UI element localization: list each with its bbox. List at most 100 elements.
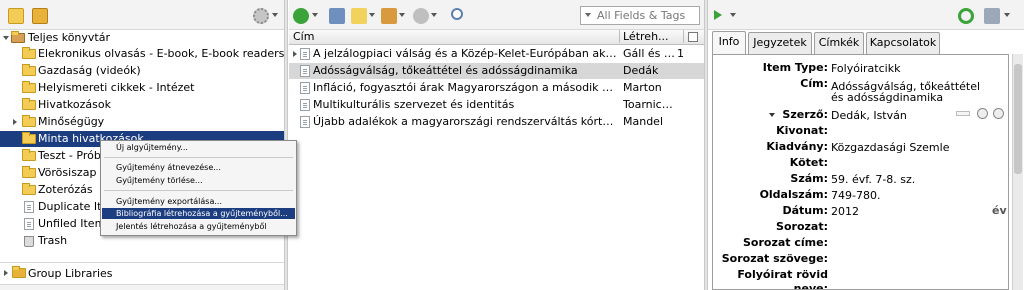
tree-item[interactable]: Gazdaság (videók) xyxy=(0,63,284,79)
twisty-open-icon[interactable] xyxy=(3,36,9,40)
journal-article-icon xyxy=(300,65,310,77)
unfiled-items-icon xyxy=(24,218,34,230)
chevron-down-icon[interactable] xyxy=(312,13,318,17)
item-row-selected[interactable]: Adósságválság, tőkeáttétel és adósságdin… xyxy=(289,63,704,79)
new-item-icon[interactable] xyxy=(293,8,309,24)
menu-item-create-bibliography[interactable]: Bibliográfia létrehozása a gyűjteményből… xyxy=(102,208,295,219)
chevron-down-icon[interactable] xyxy=(431,13,437,17)
new-collection-icon[interactable] xyxy=(8,8,24,24)
attachment-icon[interactable] xyxy=(413,8,429,24)
field-value-title[interactable]: Adósságválság, tőkeáttétel és adósságdin… xyxy=(831,81,981,103)
tree-label: Helyismereti cikkek - Intézet xyxy=(38,81,195,94)
column-separator[interactable] xyxy=(683,30,684,43)
field-label-issue: Szám: xyxy=(790,172,828,185)
tab-related[interactable]: Kapcsolatok xyxy=(866,32,940,54)
tree-label: Gazdaság (videók) xyxy=(38,64,141,77)
item-row[interactable]: A jelzálogpiaci válság és a Közép-Kelet-… xyxy=(289,46,704,62)
field-label-journal-abbr: Folyóirat rövid neve: xyxy=(737,268,828,290)
field-value-date[interactable]: 2012 xyxy=(831,206,981,217)
field-label-series: Sorozat: xyxy=(776,220,828,233)
tree-item[interactable]: Hivatkozások xyxy=(0,97,284,113)
menu-item-generate-report[interactable]: Jelentés létrehozása a gyűjteményből xyxy=(102,221,295,232)
item-creator: Marton xyxy=(623,81,662,94)
tree-item[interactable]: Minőségügy xyxy=(0,114,284,130)
group-libraries-row[interactable]: Group Libraries xyxy=(0,262,284,284)
column-separator[interactable] xyxy=(619,30,620,43)
scroll-thumb[interactable] xyxy=(1014,64,1022,174)
column-title[interactable]: Cím xyxy=(293,30,314,44)
menu-item-export-collection[interactable]: Gyűjtemény exportálása... xyxy=(102,196,295,207)
new-standalone-note-icon[interactable] xyxy=(381,8,397,24)
twisty-closed-icon[interactable] xyxy=(293,51,297,57)
item-row[interactable]: Multikulturális szervezet és identitás T… xyxy=(289,97,704,113)
item-creator: Gáll és L... xyxy=(623,47,675,60)
search-icon[interactable] xyxy=(451,8,463,20)
fullscreen-icon[interactable] xyxy=(984,8,1000,24)
library-icon xyxy=(11,31,25,43)
item-title: Multikulturális szervezet és identitás xyxy=(313,98,515,111)
folder-icon xyxy=(22,166,36,178)
menu-item-rename-collection[interactable]: Gyűjtemény átnevezése... xyxy=(102,162,295,173)
group-libraries-icon xyxy=(12,266,26,278)
column-creator[interactable]: Létreh... xyxy=(623,30,669,44)
item-info-panel: Item Type: Folyóiratcikk Cím: Adósságvál… xyxy=(712,54,1009,290)
item-row[interactable]: Újabb adalékok a magyarországi rendszerv… xyxy=(289,114,704,130)
folder-icon xyxy=(22,115,36,127)
add-by-identifier-icon[interactable] xyxy=(329,8,345,24)
item-row[interactable]: Infláció, fogyasztói árak Magyarországon… xyxy=(289,80,704,96)
forward-arrow-icon[interactable] xyxy=(714,10,722,20)
journal-article-icon xyxy=(300,99,310,111)
info-scrollbar[interactable] xyxy=(1012,54,1023,290)
field-value-pages[interactable]: 749-780. xyxy=(831,190,981,201)
field-label-abstract: Kivonat: xyxy=(776,124,828,137)
creator-mode-icon[interactable] xyxy=(956,111,970,116)
group-libraries-label: Group Libraries xyxy=(28,267,113,280)
collection-context-menu: Új algyűjtemény... Gyűjtemény átnevezése… xyxy=(100,140,297,236)
folder-icon xyxy=(22,149,36,161)
twisty-closed-icon[interactable] xyxy=(13,119,17,125)
twisty-closed-icon[interactable] xyxy=(4,270,8,276)
remove-creator-icon[interactable] xyxy=(977,108,988,119)
field-value-publication[interactable]: Közgazdasági Szemle xyxy=(831,142,981,153)
duplicate-items-icon xyxy=(24,201,34,213)
tree-item[interactable]: Helyismereti cikkek - Intézet xyxy=(0,80,284,96)
date-format-label: év xyxy=(992,204,1007,217)
sync-icon[interactable] xyxy=(958,8,974,24)
chevron-down-icon[interactable] xyxy=(730,13,736,17)
add-creator-icon[interactable] xyxy=(993,108,1004,119)
new-group-icon[interactable] xyxy=(32,8,48,24)
field-label-series-title: Sorozat címe: xyxy=(743,236,828,249)
tree-label: Hivatkozások xyxy=(38,98,111,111)
field-value-item-type[interactable]: Folyóiratcikk xyxy=(831,63,981,74)
journal-article-icon xyxy=(300,82,310,94)
tab-notes[interactable]: Jegyzetek xyxy=(748,32,812,54)
column-picker-icon[interactable] xyxy=(688,32,698,42)
field-label-author[interactable]: Szerző: xyxy=(713,108,828,122)
tree-label: Teszt - Próba xyxy=(38,149,108,162)
tab-tags[interactable]: Címkék xyxy=(814,32,864,54)
field-label-pages: Oldalszám: xyxy=(759,188,828,201)
field-label-date: Dátum: xyxy=(782,204,828,217)
search-input[interactable]: All Fields & Tags xyxy=(580,6,700,25)
search-mode-icon[interactable] xyxy=(585,13,591,17)
item-creator: Dedák xyxy=(623,64,659,77)
chevron-down-icon[interactable] xyxy=(399,13,405,17)
field-label-item-type: Item Type: xyxy=(762,61,828,74)
journal-article-icon xyxy=(300,116,310,128)
item-pane-toolbar xyxy=(708,0,1024,30)
tree-item-library[interactable]: Teljes könyvtár xyxy=(0,30,284,46)
collections-toolbar xyxy=(0,0,284,30)
chevron-down-icon[interactable] xyxy=(1004,13,1010,17)
tree-item[interactable]: Elekronikus olvasás - E-book, E-book rea… xyxy=(0,46,284,62)
menu-item-new-subcollection[interactable]: Új algyűjtemény... xyxy=(102,142,295,153)
gear-icon[interactable] xyxy=(253,8,269,24)
tab-info[interactable]: Info xyxy=(712,31,746,54)
item-creator: Toarnicz... xyxy=(623,98,675,111)
menu-item-delete-collection[interactable]: Gyűjtemény törlése... xyxy=(102,175,295,186)
chevron-down-icon[interactable] xyxy=(272,13,278,17)
field-value-issue[interactable]: 59. évf. 7-8. sz. xyxy=(831,174,981,185)
folder-icon xyxy=(22,64,36,76)
tree-label: Elekronikus olvasás - E-book, E-book rea… xyxy=(38,47,284,60)
chevron-down-icon[interactable] xyxy=(369,13,375,17)
new-note-icon[interactable] xyxy=(351,8,367,24)
